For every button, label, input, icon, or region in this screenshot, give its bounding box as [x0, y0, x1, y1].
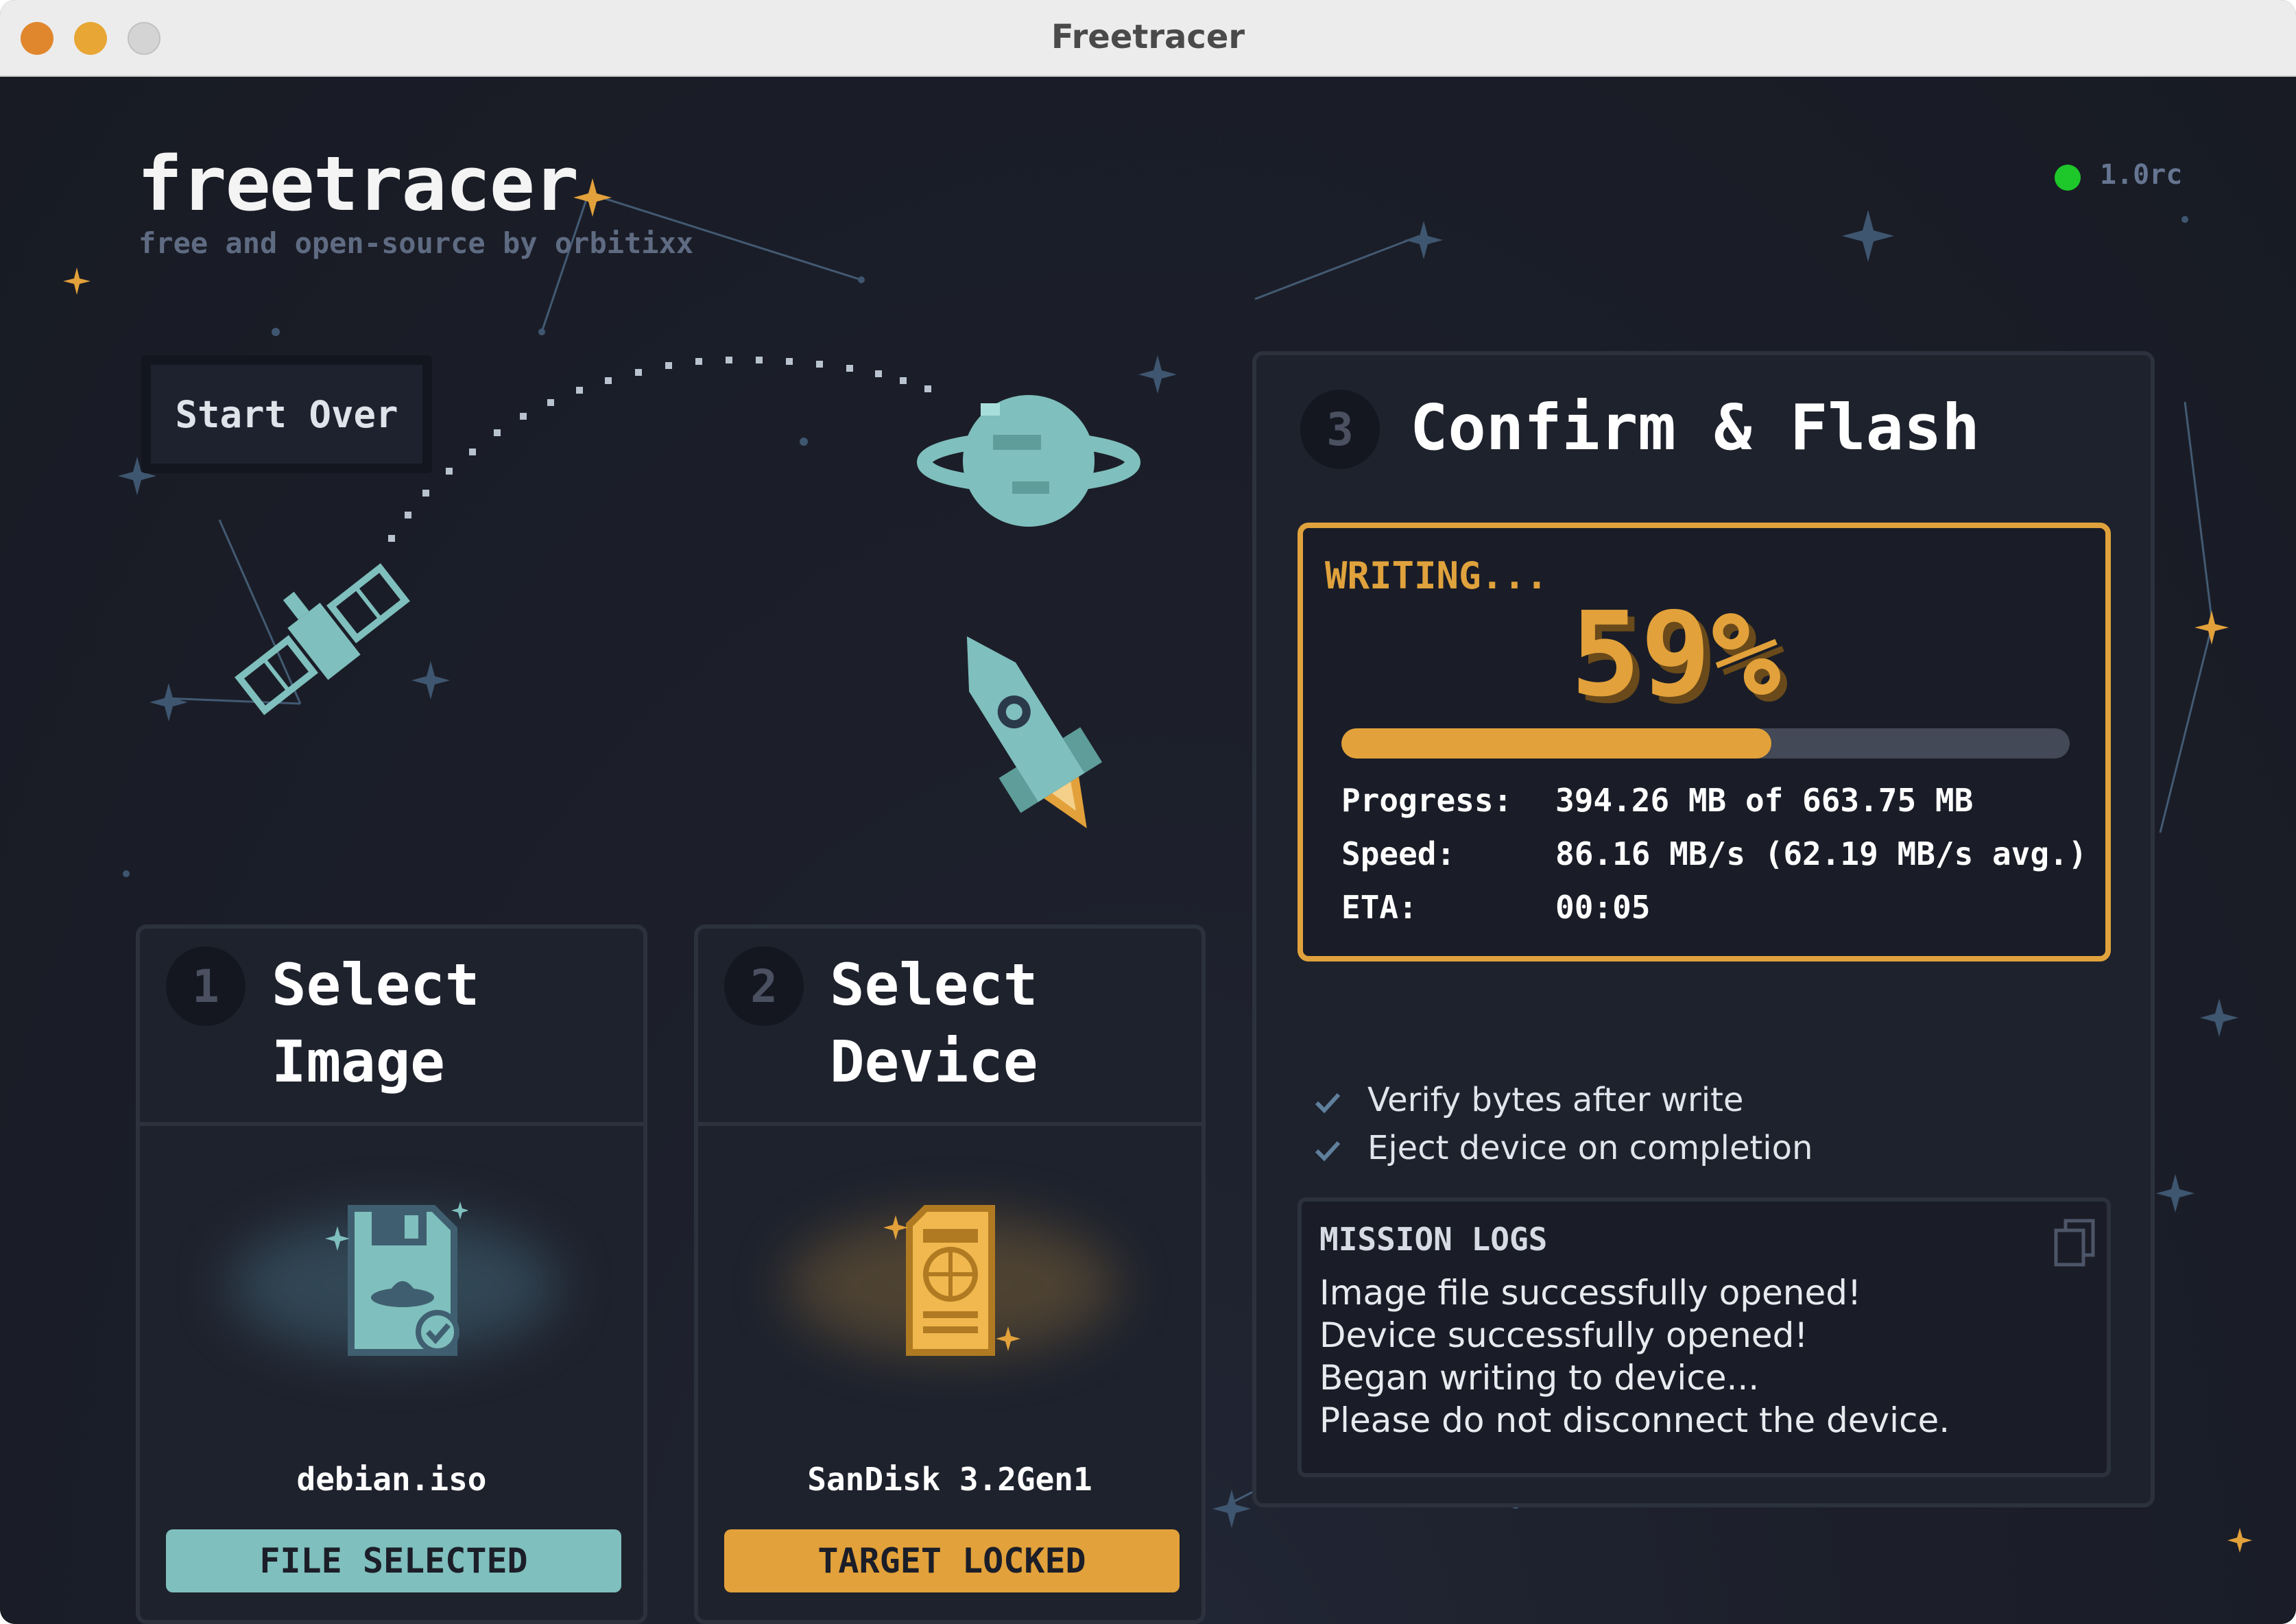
mission-logs-panel: MISSION LOGS Image file successfully ope…: [1298, 1197, 2111, 1477]
app-brand-subtitle: free and open-source by orbitixx: [139, 226, 694, 260]
step-number-badge: 2: [724, 946, 804, 1026]
step-number-badge: 3: [1300, 390, 1380, 469]
eta-key: ETA:: [1341, 889, 1418, 926]
write-progress-panel: WRITING... 59% Progress: 394.26 MB of 66…: [1298, 523, 2111, 962]
selected-file-name: debian.iso: [296, 1461, 487, 1498]
progress-bar: [1341, 728, 2070, 759]
sd-card-icon: [883, 1205, 1020, 1356]
speed-value: 86.16 MB/s (62.19 MB/s avg.): [1555, 835, 2088, 872]
mission-logs-title: MISSION LOGS: [1319, 1221, 1548, 1258]
app-window: Freetracer freetracer free and open-sour…: [0, 0, 2296, 1624]
log-line: Device successfully opened!: [1319, 1315, 1808, 1355]
eject-checkbox-checkmark-icon[interactable]: [1313, 1136, 1343, 1166]
select-image-title-line2: Image: [272, 1028, 445, 1095]
card-divider: [698, 1122, 1201, 1126]
eject-option-label[interactable]: Eject device on completion: [1367, 1129, 1813, 1167]
target-locked-button[interactable]: TARGET LOCKED: [724, 1529, 1180, 1592]
copy-icon[interactable]: [2053, 1218, 2097, 1267]
confirm-flash-title: Confirm & Flash: [1410, 391, 1980, 464]
progress-key: Progress:: [1341, 782, 1513, 819]
select-device-title-line2: Device: [830, 1028, 1038, 1095]
select-image-title-line1: Select: [272, 951, 480, 1018]
step-number-badge: 1: [166, 946, 246, 1026]
progress-value: 394.26 MB of 663.75 MB: [1555, 782, 1974, 819]
speed-key: Speed:: [1341, 835, 1456, 872]
select-device-title-line1: Select: [830, 951, 1038, 1018]
start-over-button[interactable]: Start Over: [141, 355, 432, 473]
file-selected-button[interactable]: FILE SELECTED: [166, 1529, 621, 1592]
confirm-flash-card: 3 Confirm & Flash WRITING... 59% Progres…: [1252, 351, 2155, 1507]
selected-device-name: SanDisk 3.2Gen1: [807, 1461, 1092, 1498]
window-title: Freetracer: [1051, 18, 1245, 56]
select-device-card: 2 Select Device SanDisk 3.2Gen1 TARGET L…: [694, 924, 1206, 1624]
card-divider: [140, 1122, 643, 1126]
log-line: Please do not disconnect the device.: [1319, 1400, 1950, 1440]
eta-value: 00:05: [1555, 889, 1651, 926]
app-content: freetracer free and open-source by orbit…: [0, 77, 2296, 1624]
app-brand-title: freetracer: [137, 140, 579, 228]
write-status-label: WRITING...: [1325, 554, 1548, 597]
version-label: 1.0rc: [2100, 159, 2183, 191]
verify-option-label[interactable]: Verify bytes after write: [1367, 1081, 1743, 1119]
log-line: Began writing to device...: [1319, 1358, 1760, 1398]
log-line: Image file successfully opened!: [1319, 1273, 1861, 1313]
progress-bar-fill: [1341, 728, 1771, 759]
title-bar: Freetracer: [0, 0, 2296, 77]
floppy-disk-icon: [325, 1202, 468, 1356]
status-indicator-dot: [2055, 165, 2081, 191]
select-image-card: 1 Select Image debian.iso FILE SELECTED: [136, 924, 647, 1624]
verify-checkbox-checkmark-icon[interactable]: [1313, 1088, 1343, 1118]
write-percent: 59%: [1570, 587, 1782, 723]
